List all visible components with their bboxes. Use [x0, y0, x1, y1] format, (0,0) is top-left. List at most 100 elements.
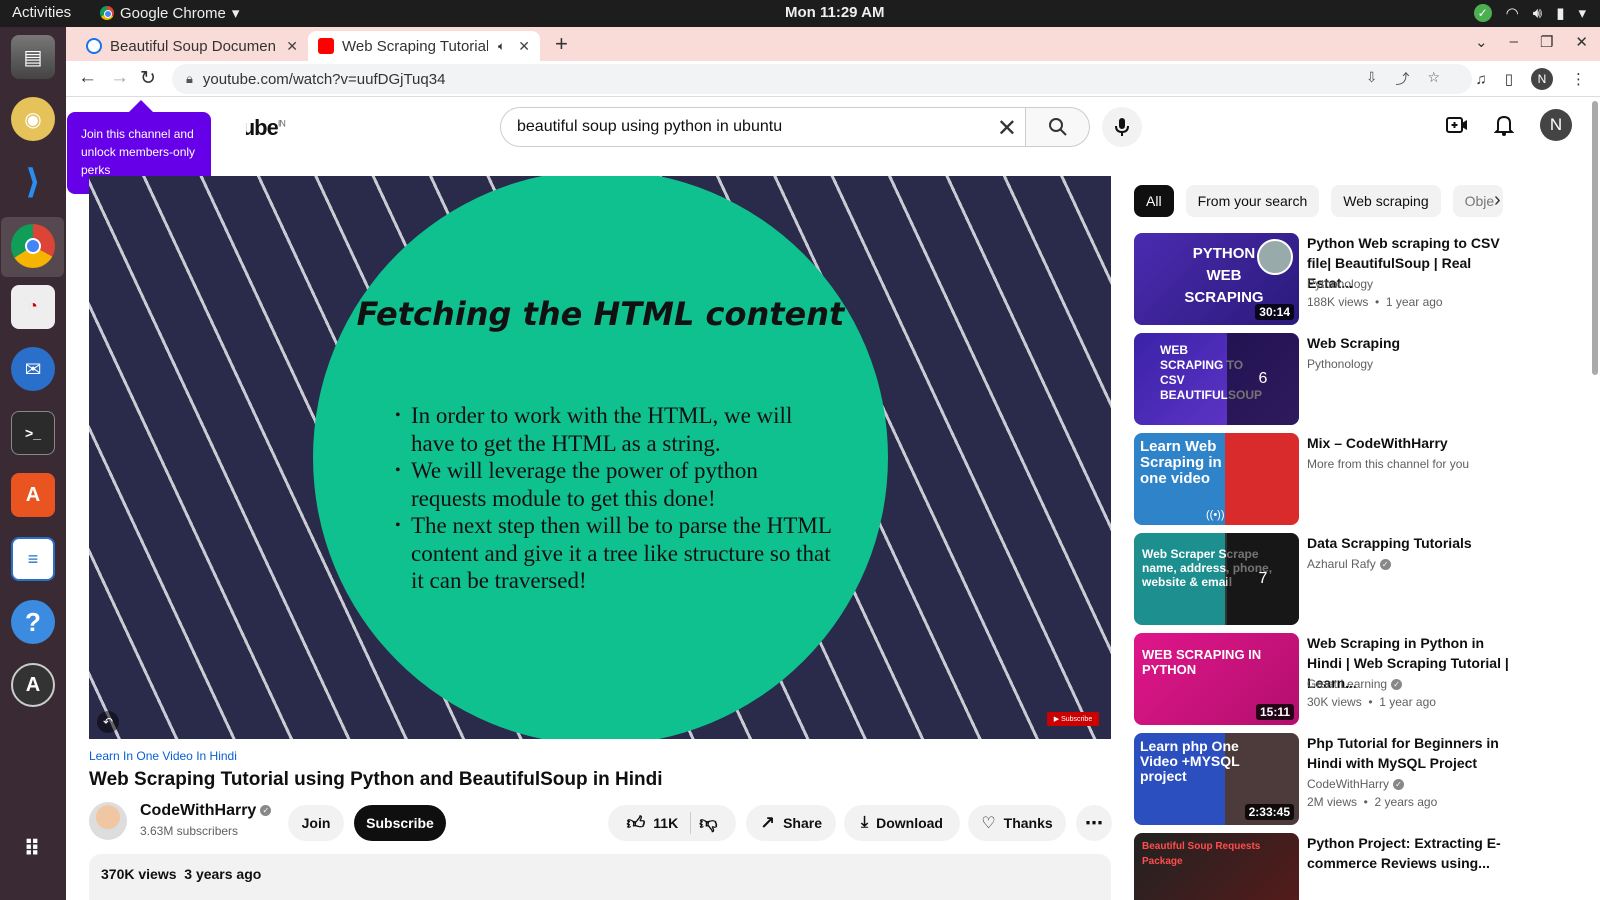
download-button[interactable]: ⤓ Download — [844, 805, 960, 841]
terminal-icon[interactable]: >_ — [11, 411, 55, 455]
software-updater-icon[interactable]: A — [11, 663, 55, 707]
software-center-icon[interactable]: A — [11, 473, 55, 517]
voice-search-button[interactable] — [1102, 107, 1142, 147]
recommendation-title[interactable]: Python Project: Extracting E-commerce Re… — [1307, 833, 1517, 873]
replay-arrow-icon[interactable]: ↶ — [97, 711, 119, 733]
clock[interactable]: Mon 11:29 AM — [785, 4, 884, 21]
share-icon[interactable]: ⤴ — [1395, 69, 1409, 89]
recommendation-item[interactable]: Web Scraper Scrape name, address, phone,… — [1134, 533, 1524, 625]
recommendation-channel[interactable]: Azharul Rafy ✓ — [1307, 557, 1391, 571]
chip-web-scraping[interactable]: Web scraping — [1331, 185, 1441, 217]
search-icon — [1048, 118, 1067, 136]
video-thumbnail[interactable]: WEB SCRAPING IN PYTHON 15:11 — [1134, 633, 1299, 725]
recommendation-title[interactable]: Mix – CodeWithHarry — [1307, 433, 1517, 453]
show-apps-icon[interactable]: ⠿ — [11, 827, 55, 871]
share-arrow-icon: ↗ — [759, 812, 776, 833]
app-menu[interactable]: Google Chrome ▾ — [100, 4, 239, 22]
url-text[interactable]: youtube.com/watch?v=uufDGjTuq34 — [203, 71, 446, 88]
recommendation-item[interactable]: WEB SCRAPING IN PYTHON 15:11 Web Scrapin… — [1134, 633, 1524, 725]
new-tab-button[interactable]: + — [555, 31, 568, 57]
system-tray[interactable]: ✓ ◠ 🔊︎ ▮ ▾ — [1473, 4, 1586, 22]
video-thumbnail[interactable]: Learn php One Video +MYSQL project 2:33:… — [1134, 733, 1299, 825]
install-app-icon[interactable]: ⇩ — [1366, 69, 1378, 89]
clear-search-icon[interactable]: ✕ — [997, 114, 1017, 143]
subscribe-button[interactable]: Subscribe — [354, 805, 446, 841]
chip-all[interactable]: All — [1134, 185, 1174, 217]
recommendation-title[interactable]: Web Scraping — [1307, 333, 1517, 353]
playlist-link[interactable]: Learn In One Video In Hindi — [89, 749, 237, 763]
vscode-icon[interactable]: ⟩ — [11, 160, 55, 204]
close-icon[interactable]: ✕ — [518, 38, 530, 55]
files-icon[interactable]: ▤ — [11, 35, 55, 79]
reload-icon[interactable]: ↻ — [140, 67, 156, 90]
dislike-button[interactable]: 👎︎ — [699, 812, 717, 834]
channel-avatar[interactable] — [89, 802, 127, 840]
help-icon[interactable]: ? — [11, 600, 55, 644]
minimize-button[interactable]: – — [1510, 33, 1518, 51]
video-player[interactable]: Fetching the HTML content In order to wo… — [89, 176, 1111, 739]
maximize-button[interactable]: ❐ — [1540, 33, 1553, 51]
activities-button[interactable]: Activities — [12, 4, 71, 21]
playlist-thumbnail[interactable]: Web Scraper Scrape name, address, phone,… — [1134, 533, 1299, 625]
mix-thumbnail[interactable]: Learn Web Scraping in one video ((•)) — [1134, 433, 1299, 525]
pdf-viewer-icon[interactable]: ◔ — [11, 285, 55, 329]
tab-search-icon[interactable]: ⌄ — [1475, 33, 1488, 51]
thanks-button[interactable]: ♡ Thanks — [968, 805, 1066, 841]
recommendation-channel[interactable]: Pythonology — [1307, 357, 1373, 371]
join-button[interactable]: Join — [288, 805, 344, 841]
subscribe-watermark[interactable]: ▶ Subscribe — [1047, 712, 1099, 726]
recommendation-title[interactable]: Data Scrapping Tutorials — [1307, 533, 1517, 553]
chip-from-your-search[interactable]: From your search — [1185, 185, 1320, 217]
media-controls-icon[interactable]: ♫ — [1475, 71, 1486, 88]
recommendation-item[interactable]: Learn Web Scraping in one video ((•)) Mi… — [1134, 433, 1524, 525]
rhythmbox-icon[interactable]: ◉ — [11, 97, 55, 141]
chevron-right-icon[interactable]: › — [1494, 189, 1501, 212]
chrome-dock-icon[interactable] — [11, 224, 55, 268]
tab-beautiful-soup[interactable]: Beautiful Soup Documen ✕ — [76, 31, 308, 61]
channel-name-text[interactable]: CodeWithHarry — [140, 802, 256, 819]
close-window-button[interactable]: ✕ — [1575, 33, 1588, 51]
writer-icon[interactable]: ≡ — [11, 537, 55, 581]
back-arrow-icon[interactable]: ← — [78, 67, 97, 89]
forward-arrow-icon[interactable]: → — [110, 67, 129, 89]
tab-web-scraping[interactable]: Web Scraping Tutorial 🔈︎ ✕ — [308, 31, 540, 61]
more-menu-icon[interactable]: ⋮ — [1571, 70, 1586, 88]
recommendation-channel[interactable]: Pythonology — [1307, 277, 1373, 291]
channel-name-text[interactable]: CodeWithHarry — [1307, 777, 1389, 791]
playlist-thumbnail[interactable]: WEB SCRAPING TO CSV BEAUTIFULSOUP 6 — [1134, 333, 1299, 425]
search-input[interactable]: beautiful soup using python in ubuntu ✕ — [500, 107, 1026, 147]
channel-name-text[interactable]: Azharul Rafy — [1307, 557, 1376, 571]
recommendation-item[interactable]: Beautiful Soup Requests Package Python P… — [1134, 833, 1524, 900]
create-video-icon[interactable] — [1446, 116, 1468, 134]
close-icon[interactable]: ✕ — [286, 38, 298, 55]
share-button[interactable]: ↗ Share — [746, 805, 836, 841]
lock-icon[interactable]: 🔒︎ — [186, 71, 193, 87]
side-panel-icon[interactable]: ▯ — [1505, 70, 1513, 88]
notifications-bell-icon[interactable] — [1494, 114, 1514, 136]
recommendation-channel[interactable]: Great Learning ✓ — [1307, 677, 1403, 691]
search-button[interactable] — [1026, 107, 1090, 147]
recommendation-item[interactable]: WEB SCRAPING TO CSV BEAUTIFULSOUP 6 Web … — [1134, 333, 1524, 425]
thunderbird-icon[interactable]: ✉ — [11, 347, 55, 391]
recommendation-item[interactable]: PYTHON WEB SCRAPING 30:14 Python Web scr… — [1134, 233, 1524, 325]
recommendation-channel[interactable]: CodeWithHarry ✓ — [1307, 777, 1405, 791]
video-thumbnail[interactable]: PYTHON WEB SCRAPING 30:14 — [1134, 233, 1299, 325]
recommendation-item[interactable]: Learn php One Video +MYSQL project 2:33:… — [1134, 733, 1524, 825]
more-actions-button[interactable]: ⋯ — [1076, 805, 1112, 841]
like-button[interactable]: 👍︎ 11K — [626, 812, 692, 834]
description-box[interactable]: 370K views 3 years ago — [89, 854, 1111, 900]
recommendation-channel[interactable]: More from this channel for you — [1307, 457, 1469, 471]
channel-name[interactable]: CodeWithHarry ✓ — [140, 802, 272, 820]
profile-avatar[interactable]: N — [1531, 68, 1553, 90]
search-query[interactable]: beautiful soup using python in ubuntu — [517, 118, 782, 136]
page-scrollbar[interactable] — [1592, 101, 1598, 375]
omnibox-actions: ⇩ ⤴ ☆ — [1366, 69, 1440, 89]
channel-name-text[interactable]: Great Learning — [1307, 677, 1387, 691]
bookmark-star-icon[interactable]: ☆ — [1427, 69, 1440, 89]
recommendation-title[interactable]: Php Tutorial for Beginners in Hindi with… — [1307, 733, 1517, 773]
video-thumbnail[interactable]: Beautiful Soup Requests Package — [1134, 833, 1299, 900]
verified-check-icon: ✓ — [1379, 559, 1391, 571]
account-avatar[interactable]: N — [1540, 109, 1572, 141]
audio-playing-icon[interactable]: 🔈︎ — [498, 39, 505, 54]
address-bar[interactable]: 🔒︎ youtube.com/watch?v=uufDGjTuq34 — [172, 64, 1472, 94]
